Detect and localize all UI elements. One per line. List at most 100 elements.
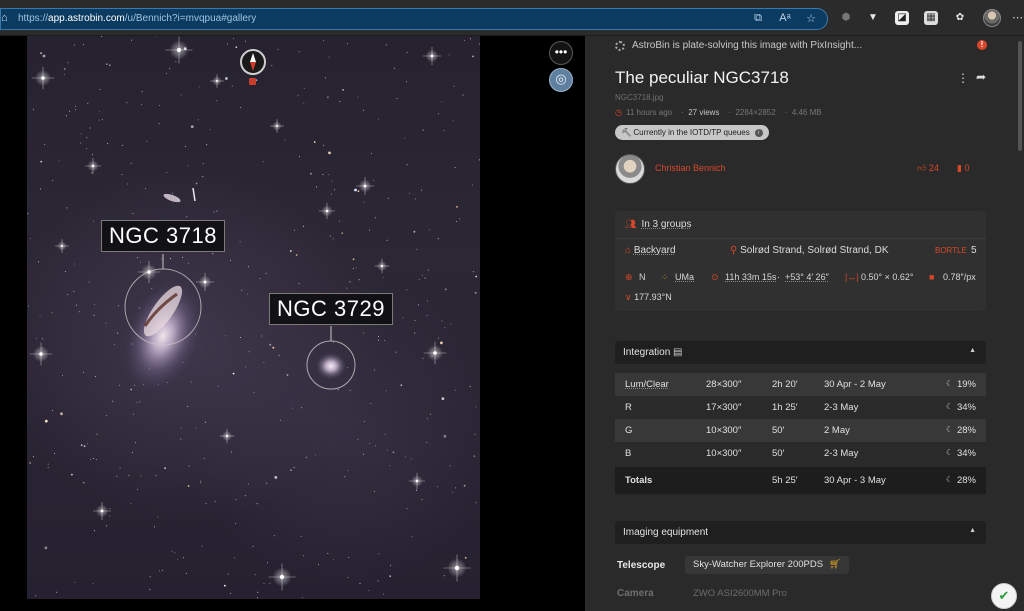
object-label-ngc3718: NGC 3718 bbox=[101, 220, 225, 252]
telescope-row: Telescope Sky-Watcher Explorer 200PDS 🛒︎ bbox=[615, 554, 986, 576]
bortle-value: 5 bbox=[971, 245, 977, 256]
favorite-star-icon[interactable]: ☆ bbox=[804, 12, 818, 25]
bright-stars bbox=[29, 36, 471, 591]
right-ascension: 11h 33m 15s bbox=[725, 272, 777, 282]
extensions-puzzle-icon[interactable]: ✿ bbox=[953, 11, 967, 25]
table-row: R 17×300″ 1h 25′ 2-3 May ☾ 34% bbox=[615, 396, 986, 419]
equipment-title: Imaging equipment bbox=[623, 527, 709, 538]
extension-vee-icon[interactable]: ▼ bbox=[866, 11, 880, 25]
integration-time: 2h 20′ bbox=[772, 379, 798, 390]
collapse-caret-icon[interactable]: ▲ bbox=[969, 527, 976, 534]
groups-link[interactable]: 👥︎ In 3 groups bbox=[625, 219, 691, 230]
total-dates: 30 Apr - 3 May bbox=[824, 475, 886, 486]
info-icon[interactable]: i bbox=[754, 128, 763, 137]
dates: 2-3 May bbox=[824, 448, 859, 459]
moon-illumination: 19% bbox=[956, 379, 976, 390]
rotation: 177.93°N bbox=[634, 292, 672, 302]
plate-solve-overlay-button[interactable]: ◎ bbox=[549, 68, 573, 92]
table-row: G 10×300″ 50′ 2 May ☾ 28% bbox=[615, 419, 986, 442]
dates: 2 May bbox=[824, 425, 850, 436]
image-more-options-button[interactable]: ••• bbox=[549, 41, 573, 65]
image-meta: ◷ 11 hours ago · 27 views · 2284×2852 · 4.46… bbox=[615, 108, 822, 117]
globe-icon: ⊕ bbox=[625, 272, 633, 282]
author-name[interactable]: Christian Bennich bbox=[655, 163, 726, 173]
clock-icon: ◷ bbox=[615, 108, 622, 117]
small-galaxy-edge-on bbox=[192, 187, 196, 202]
orientation-label: N bbox=[639, 272, 646, 282]
author-avatar[interactable] bbox=[615, 154, 645, 184]
integration-section-header[interactable]: Integration ▤ ▲ bbox=[615, 341, 986, 364]
open-in-app-icon[interactable]: ⧉ bbox=[751, 12, 765, 25]
location-row: ⌂ Backyard ⚲ Solrød Strand, Solrød Stran… bbox=[625, 245, 980, 259]
alert-icon[interactable]: ! bbox=[977, 40, 987, 50]
users-icon: 👥︎ bbox=[625, 219, 637, 229]
constellation[interactable]: UMa bbox=[675, 272, 694, 282]
iotd-queue-badge[interactable]: 🔨︎ Currently in the IOTD/TP queues i bbox=[615, 125, 769, 140]
filter-name: R bbox=[625, 402, 632, 413]
extension-square-icon[interactable]: ◪ bbox=[895, 11, 909, 25]
like-button[interactable]: 👍︎ 24 bbox=[917, 163, 939, 174]
like-count: 24 bbox=[928, 163, 939, 173]
field-size: 0.50° × 0.62° bbox=[861, 272, 914, 282]
browser-toolbar: ⌂ https://app.astrobin.com/u/Bennich?i=m… bbox=[0, 0, 1024, 36]
location-name: Backyard bbox=[633, 245, 676, 256]
collapse-caret-icon[interactable]: ▲ bbox=[969, 347, 976, 354]
bookmark-button[interactable]: ▮ 0 bbox=[957, 163, 969, 174]
dates: 2-3 May bbox=[824, 402, 859, 413]
dates: 30 Apr - 2 May bbox=[824, 379, 886, 390]
declination: +53° 4′ 26″ bbox=[785, 272, 829, 282]
address-bar[interactable]: ⌂ https://app.astrobin.com/u/Bennich?i=m… bbox=[0, 8, 828, 30]
browser-menu-icon[interactable]: ⋯ bbox=[1012, 11, 1023, 24]
north-marker bbox=[249, 78, 256, 85]
shield-check-icon[interactable]: ✔ bbox=[991, 583, 1017, 609]
scrollbar-thumb[interactable] bbox=[1018, 41, 1022, 151]
extension-image-icon[interactable]: ▦ bbox=[924, 11, 938, 25]
table-row: Lum/Clear 28×300″ 2h 20′ 30 Apr - 2 May … bbox=[615, 373, 986, 396]
moon-icon: ☾ bbox=[946, 402, 954, 411]
frames: 17×300″ bbox=[706, 402, 742, 413]
groups-label: In 3 groups bbox=[641, 219, 692, 230]
image-viewer: NGC 3718 NGC 3729 ••• ◎ bbox=[0, 36, 584, 611]
frames: 28×300″ bbox=[706, 379, 742, 390]
total-moon-illumination: 28% bbox=[956, 475, 976, 486]
moon-icon: ☾ bbox=[946, 475, 954, 484]
totals-label: Totals bbox=[625, 475, 653, 486]
camera-name[interactable]: ZWO ASI2600MM Pro bbox=[693, 588, 787, 599]
location-link[interactable]: ⌂ Backyard bbox=[625, 245, 676, 256]
title-menu-icon[interactable]: ⋮ bbox=[957, 71, 969, 85]
extension-hex-icon[interactable]: ⬢ bbox=[839, 11, 853, 25]
bookmark-icon: ▮ bbox=[957, 163, 962, 173]
url-text[interactable]: https://app.astrobin.com/u/Bennich?i=mvq… bbox=[18, 13, 256, 24]
shopping-cart-icon[interactable]: 🛒︎ bbox=[829, 559, 841, 570]
image-title: The peculiar NGC3718 bbox=[615, 68, 789, 87]
astrophoto[interactable]: NGC 3718 NGC 3729 bbox=[27, 36, 480, 599]
map-pin-icon: ⚲ bbox=[730, 245, 738, 256]
filter-name[interactable]: Lum/Clear bbox=[625, 379, 669, 390]
frames: 10×300″ bbox=[706, 425, 742, 436]
totals-row: Totals 5h 25′ 30 Apr - 3 May ☾ 28% bbox=[615, 467, 986, 494]
place-link[interactable]: ⚲ Solrød Strand, Solrød Strand, DK bbox=[730, 245, 889, 256]
star-field bbox=[27, 36, 480, 599]
lock-icon[interactable]: ⌂ bbox=[1, 12, 9, 24]
profile-avatar[interactable] bbox=[983, 9, 1001, 27]
view-count[interactable]: 27 views bbox=[688, 108, 719, 117]
image-filename: NGC3718.jpg bbox=[615, 93, 664, 102]
acquisition-info-card: 👥︎ In 3 groups ⌂ Backyard ⚲ Solrød Strand… bbox=[615, 211, 986, 311]
constellation-icon: ⁘ bbox=[661, 272, 669, 282]
image-info-panel: AstroBin is plate-solving this image wit… bbox=[585, 36, 1024, 611]
rotation-row: ∨ 177.93°N bbox=[625, 292, 672, 303]
telescope-item[interactable]: Sky-Watcher Explorer 200PDS 🛒︎ bbox=[685, 556, 850, 574]
camera-row: Camera ZWO ASI2600MM Pro bbox=[615, 584, 986, 606]
integration-table: Lum/Clear 28×300″ 2h 20′ 30 Apr - 2 May … bbox=[615, 373, 986, 494]
file-chart-icon: ▤ bbox=[673, 347, 683, 358]
frames: 10×300″ bbox=[706, 448, 742, 459]
equipment-section-header[interactable]: Imaging equipment ▲ bbox=[615, 521, 986, 544]
separator: · bbox=[777, 272, 780, 282]
integration-time: 1h 25′ bbox=[772, 402, 798, 413]
object-label-ngc3729: NGC 3729 bbox=[269, 293, 393, 325]
image-dimensions: 2284×2852 bbox=[735, 108, 776, 117]
read-aloud-icon[interactable]: Aᵃ bbox=[778, 12, 792, 24]
panel-scrollbar[interactable] bbox=[1016, 36, 1024, 611]
moon-illumination: 34% bbox=[956, 402, 976, 413]
share-icon[interactable]: ➦ bbox=[976, 70, 986, 84]
